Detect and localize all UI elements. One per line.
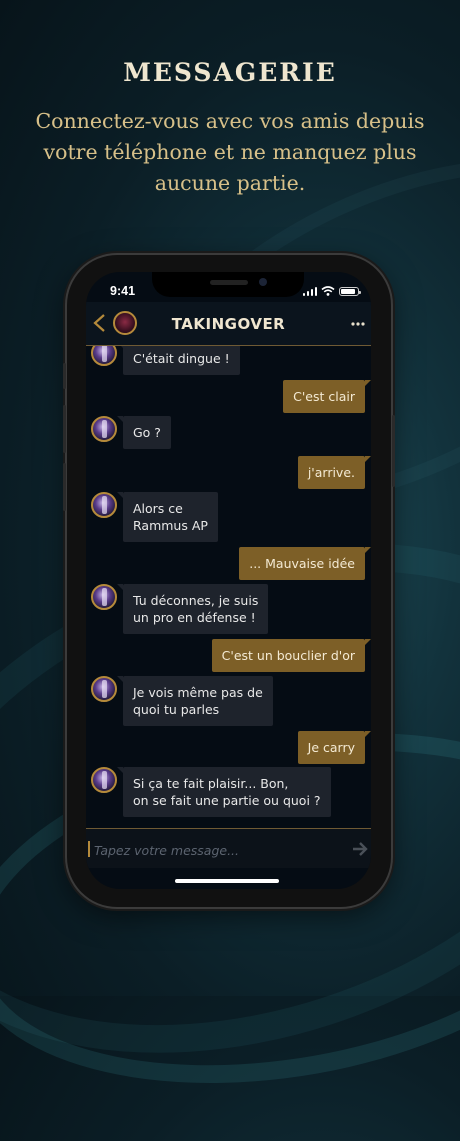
chat-title: TAKINGOVER bbox=[171, 315, 286, 333]
phone-side-button bbox=[63, 405, 66, 453]
status-time: 9:41 bbox=[110, 284, 136, 298]
friend-avatar bbox=[91, 584, 117, 610]
phone-side-button bbox=[392, 415, 395, 487]
message-received: Alors ce Rammus AP bbox=[117, 492, 218, 542]
message-received: Je vois même pas de quoi tu parles bbox=[117, 676, 273, 726]
speaker bbox=[210, 280, 248, 285]
message-sent: ... Mauvaise idée bbox=[239, 547, 371, 580]
message-received: C'était dingue ! bbox=[117, 346, 240, 375]
phone-side-button bbox=[63, 363, 66, 389]
message-received: Tu déconnes, je suis un pro en défense ! bbox=[116, 584, 269, 634]
message-sent: C'est un bouclier d'or bbox=[211, 639, 371, 672]
home-indicator[interactable] bbox=[175, 879, 279, 883]
message-sent: j'arrive. bbox=[297, 456, 371, 489]
friend-avatar bbox=[91, 492, 117, 518]
phone-frame: 9:41 TAKINGOVER C'était dingue ! C'est c… bbox=[63, 255, 395, 907]
signal-icon bbox=[302, 287, 317, 296]
promo-headline: MESSAGERIE bbox=[123, 58, 337, 87]
promo-subline: Connectez-vous avec vos amis depuis votr… bbox=[35, 109, 425, 195]
friend-avatar bbox=[91, 416, 117, 442]
message-received: Si ça te fait plaisir... Bon, on se fait… bbox=[117, 767, 331, 817]
message-input[interactable] bbox=[92, 837, 336, 863]
phone-side-button bbox=[63, 463, 66, 511]
wifi-icon bbox=[321, 286, 335, 296]
friend-avatar bbox=[91, 676, 117, 702]
message-sent: C'est clair bbox=[283, 380, 371, 413]
message-received: Go ? bbox=[117, 416, 171, 449]
notch bbox=[152, 272, 304, 297]
friend-avatar bbox=[91, 346, 117, 366]
more-dots-icon[interactable] bbox=[351, 322, 365, 326]
chat-header: TAKINGOVER bbox=[86, 302, 371, 346]
send-icon[interactable] bbox=[351, 840, 369, 858]
message-list[interactable]: C'était dingue ! C'est clair Go ? j'arri… bbox=[86, 346, 371, 828]
battery-icon bbox=[339, 287, 361, 296]
message-sent: Je carry bbox=[297, 731, 371, 764]
message-input-bar bbox=[86, 828, 371, 868]
friend-avatar bbox=[91, 767, 117, 793]
text-cursor bbox=[88, 841, 90, 857]
phone-screen: 9:41 TAKINGOVER C'était dingue ! C'est c… bbox=[86, 272, 371, 889]
camera bbox=[259, 278, 267, 286]
status-icons bbox=[302, 286, 361, 296]
